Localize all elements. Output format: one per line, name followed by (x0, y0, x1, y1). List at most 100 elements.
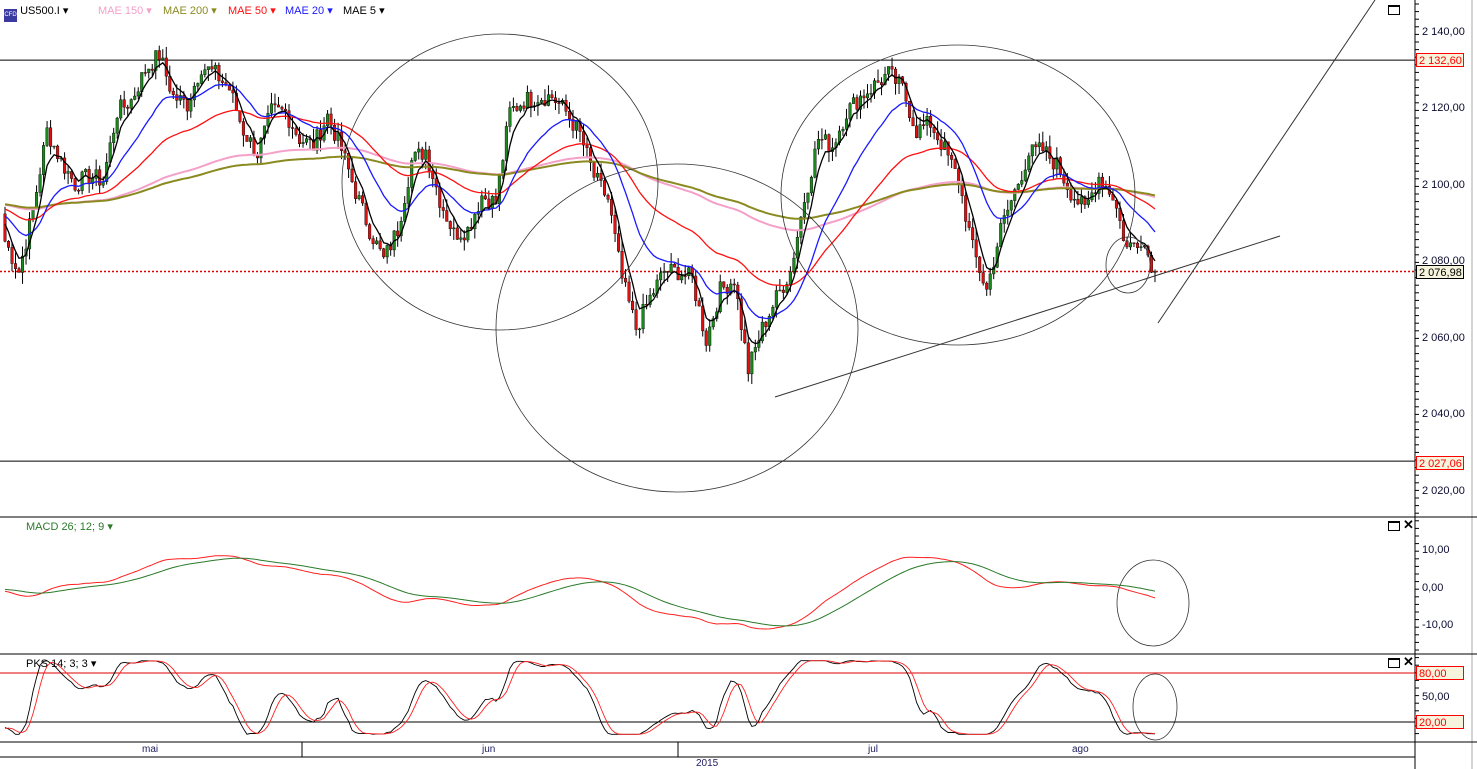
candle (525, 92, 529, 109)
candle (1041, 142, 1045, 151)
candle (683, 275, 687, 277)
candle (922, 124, 926, 126)
candle (1100, 176, 1104, 188)
candle (189, 99, 193, 112)
pks-label[interactable]: PKS 14; 3; 3 ▾ (26, 657, 96, 670)
ma-line-200 (4, 155, 1156, 220)
dropdown-icon: ▾ (59, 5, 69, 17)
maximize-icon[interactable] (1388, 658, 1400, 668)
candle (441, 207, 445, 211)
candle (147, 68, 151, 74)
candle (662, 271, 666, 273)
candle (466, 227, 470, 241)
candle (410, 160, 414, 188)
candle (326, 113, 330, 127)
candle (778, 289, 782, 292)
legend-mae200[interactable]: MAE 200 ▾ (163, 4, 217, 17)
candle (627, 281, 631, 302)
candle (550, 94, 554, 98)
candle (291, 127, 295, 129)
candle (743, 329, 747, 344)
legend-mae50[interactable]: MAE 50 ▾ (228, 4, 276, 17)
candle (546, 94, 550, 106)
candle (445, 210, 449, 222)
month-label: ago (1072, 744, 1089, 755)
candle (413, 151, 417, 161)
candle (17, 268, 21, 273)
y-tick: 2 140,00 (1422, 26, 1465, 38)
legend-mae150[interactable]: MAE 150 ▾ (98, 4, 152, 17)
candle (771, 306, 775, 317)
candle (150, 68, 154, 71)
candle (764, 321, 768, 328)
price-chart[interactable] (0, 0, 1477, 769)
candle (511, 106, 515, 108)
candle (985, 282, 989, 290)
candle (673, 263, 677, 268)
y-tick: 2 100,00 (1422, 179, 1465, 191)
candle (932, 127, 936, 133)
candle (1006, 209, 1010, 216)
candle (129, 99, 133, 109)
candle (936, 132, 940, 141)
candle (974, 239, 978, 258)
candle (417, 148, 421, 153)
month-label: mai (142, 744, 159, 755)
legend-mae20[interactable]: MAE 20 ▾ (285, 4, 333, 17)
candle (248, 137, 252, 142)
candle (294, 128, 298, 135)
macd-tick: 10,00 (1422, 544, 1450, 556)
candle (827, 134, 831, 152)
candle (371, 238, 375, 244)
candle (21, 255, 25, 273)
candle (273, 103, 277, 106)
candle (1086, 199, 1090, 205)
candle (631, 300, 635, 310)
candle (508, 107, 512, 127)
y-tick: 2 020,00 (1422, 485, 1465, 497)
candle (168, 76, 172, 92)
candle (203, 69, 207, 75)
close-icon[interactable]: ✕ (1403, 654, 1414, 670)
candle (750, 351, 754, 375)
candle (890, 66, 894, 70)
candle (245, 135, 249, 142)
candle (652, 293, 656, 296)
maximize-icon[interactable] (1388, 521, 1400, 531)
candle (522, 105, 526, 109)
candle (603, 180, 607, 196)
candle (557, 102, 561, 104)
candle (406, 187, 410, 204)
candle (266, 113, 270, 127)
candle (1002, 215, 1006, 224)
maximize-icon[interactable] (1388, 5, 1400, 15)
candle (1009, 200, 1013, 211)
symbol-selector[interactable]: CFD US500.I ▾ (4, 4, 68, 22)
close-icon[interactable]: ✕ (1403, 517, 1414, 533)
candle (680, 275, 684, 281)
candle (1072, 198, 1076, 201)
candle (617, 233, 621, 252)
macd-label[interactable]: MACD 26; 12; 9 ▾ (26, 520, 113, 533)
candle (911, 117, 915, 127)
candle (781, 289, 785, 293)
candle (490, 196, 494, 209)
candle (795, 236, 799, 259)
legend-mae5[interactable]: MAE 5 ▾ (343, 4, 385, 17)
candle (357, 195, 361, 199)
candle (171, 90, 175, 95)
candle (624, 277, 628, 283)
candle (350, 168, 354, 182)
trend-line (774, 235, 1281, 398)
candle (269, 103, 273, 114)
candle (438, 186, 442, 208)
candle (459, 237, 463, 240)
candle (385, 245, 389, 258)
pks-tick-80: 80,00 (1416, 666, 1464, 680)
y-tick: 2 040,00 (1422, 408, 1465, 420)
ma-line-5 (4, 61, 1156, 345)
candle (213, 64, 217, 70)
candle (981, 272, 985, 284)
candle (382, 248, 386, 258)
candle (610, 199, 614, 216)
